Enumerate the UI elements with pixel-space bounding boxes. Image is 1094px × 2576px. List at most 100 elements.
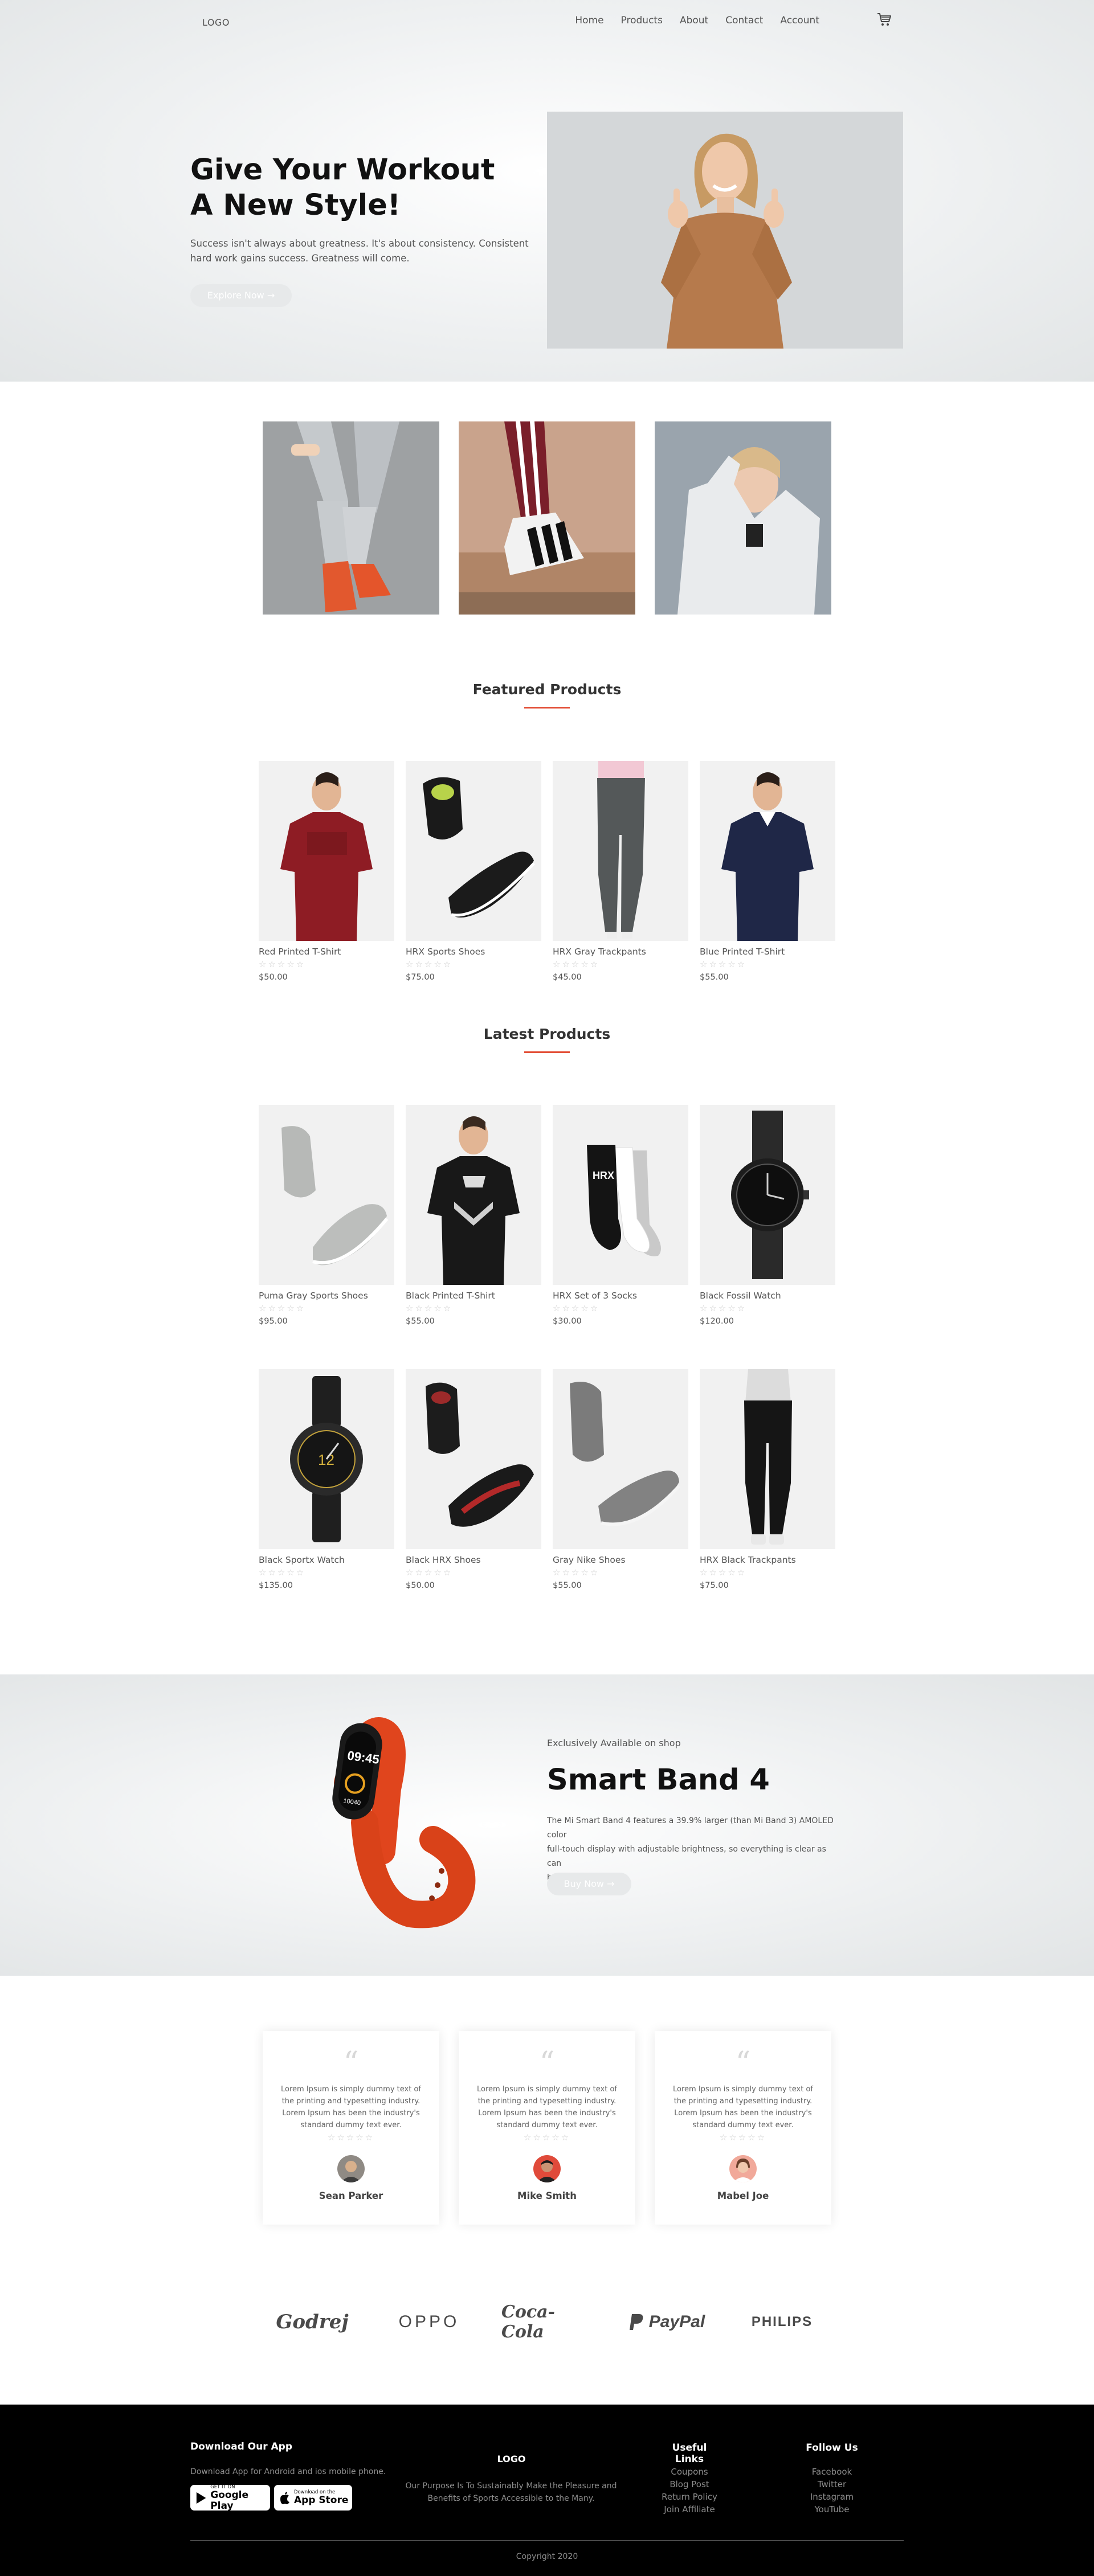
offer-desc-line2: full-touch display with adjustable brigh… <box>547 1845 826 1868</box>
product-name[interactable]: Gray Nike Shoes <box>553 1555 688 1566</box>
brand-logo-godrej[interactable]: Godrej <box>272 2308 352 2336</box>
google-play-button[interactable]: GET IT ON Google Play <box>190 2484 270 2512</box>
brand-logo-philips[interactable]: PHILIPS <box>741 2308 823 2336</box>
offer-title: Smart Band 4 <box>547 1763 770 1797</box>
product-image-black-tshirt[interactable] <box>406 1105 541 1285</box>
testimonial-card: “ Lorem Ipsum is simply dummy text of th… <box>263 2031 439 2225</box>
product-name[interactable]: Black HRX Shoes <box>406 1555 541 1566</box>
product-image-black-trackpants[interactable] <box>700 1369 835 1549</box>
product-card[interactable]: Black Printed T-Shirt ☆☆☆☆☆ $55.00 <box>406 1105 541 1326</box>
cart-icon[interactable] <box>876 11 892 27</box>
testimonial-rating-stars: ☆☆☆☆☆ <box>327 2132 375 2143</box>
product-rating-stars: ☆☆☆☆☆ <box>700 1567 747 1578</box>
product-name[interactable]: Puma Gray Sports Shoes <box>259 1291 394 1302</box>
product-card[interactable]: Black Fossil Watch ☆☆☆☆☆ $120.00 <box>700 1105 835 1326</box>
product-price: $55.00 <box>406 1317 435 1326</box>
brand-logo-oppo[interactable]: OPPO <box>383 2308 475 2336</box>
featured-title: Featured Products <box>472 681 622 698</box>
nav-products[interactable]: Products <box>621 15 663 26</box>
explore-now-button[interactable]: Explore Now → <box>190 284 292 307</box>
footer-link-blog-post[interactable]: Blog Post <box>650 2478 729 2491</box>
brand-godrej-text: Godrej <box>276 2311 349 2333</box>
footer-purpose-line1: Our Purpose Is To Sustainably Make the P… <box>405 2481 617 2491</box>
testimonial-text: Lorem Ipsum is simply dummy text of the … <box>477 2085 617 2129</box>
product-image-puma-gray-shoes[interactable] <box>259 1105 394 1285</box>
google-play-small-text: GET IT ON <box>210 2484 235 2490</box>
app-store-button[interactable]: Download on the App Store <box>274 2485 352 2511</box>
nav-home[interactable]: Home <box>575 15 603 26</box>
product-name[interactable]: HRX Black Trackpants <box>700 1555 835 1566</box>
testimonial-text: Lorem Ipsum is simply dummy text of the … <box>673 2085 813 2129</box>
product-card[interactable]: HRX Gray Trackpants ☆☆☆☆☆ $45.00 <box>553 761 688 982</box>
footer-link-instagram[interactable]: Instagram <box>792 2491 872 2503</box>
testimonial-name: Sean Parker <box>319 2190 383 2201</box>
brand-philips-text: PHILIPS <box>751 2314 813 2329</box>
product-card[interactable]: HRX Sports Shoes ☆☆☆☆☆ $75.00 <box>406 761 541 982</box>
category-adidas-shoes[interactable] <box>459 421 635 615</box>
product-name[interactable]: HRX Gray Trackpants <box>553 947 688 958</box>
product-rating-stars: ☆☆☆☆☆ <box>553 959 600 969</box>
product-name[interactable]: Black Sportx Watch <box>259 1555 394 1566</box>
nav-about[interactable]: About <box>680 15 708 26</box>
google-play-label: GET IT ON Google Play <box>210 2484 270 2512</box>
footer-follow-links: Facebook Twitter Instagram YouTube <box>792 2466 872 2516</box>
svg-text:HRX: HRX <box>593 1170 614 1181</box>
product-name[interactable]: Black Printed T-Shirt <box>406 1291 541 1302</box>
product-image-gray-nike-shoes[interactable] <box>553 1369 688 1549</box>
hero-title: Give Your Workout A New Style! <box>190 153 509 223</box>
product-image-blue-tshirt[interactable] <box>700 761 835 941</box>
product-image-gray-trackpants[interactable] <box>553 761 688 941</box>
testimonial-card: “ Lorem Ipsum is simply dummy text of th… <box>655 2031 831 2225</box>
footer-logo[interactable]: LOGO <box>0 2454 1023 2464</box>
product-card[interactable]: Gray Nike Shoes ☆☆☆☆☆ $55.00 <box>553 1369 688 1590</box>
product-rating-stars: ☆☆☆☆☆ <box>700 1303 747 1313</box>
product-card[interactable]: 12 Black Sportx Watch ☆☆☆☆☆ $135.00 <box>259 1369 394 1590</box>
product-rating-stars: ☆☆☆☆☆ <box>406 1303 453 1313</box>
product-image-fossil-watch[interactable] <box>700 1105 835 1285</box>
product-name[interactable]: HRX Set of 3 Socks <box>553 1291 688 1302</box>
product-price: $75.00 <box>406 973 435 982</box>
product-name[interactable]: Blue Printed T-Shirt <box>700 947 835 958</box>
category-sneakers[interactable] <box>263 421 439 615</box>
footer-link-youtube[interactable]: YouTube <box>792 2503 872 2516</box>
offer-kicker: Exclusively Available on shop <box>547 1738 681 1748</box>
product-image-red-tshirt[interactable] <box>259 761 394 941</box>
product-name[interactable]: Black Fossil Watch <box>700 1291 835 1302</box>
product-rating-stars: ☆☆☆☆☆ <box>700 959 747 969</box>
product-name[interactable]: HRX Sports Shoes <box>406 947 541 958</box>
footer-purpose-line2: Benefits of Sports Accessible to the Man… <box>427 2494 595 2503</box>
brand-logo-paypal[interactable]: PayPal <box>618 2308 715 2336</box>
product-card[interactable]: Blue Printed T-Shirt ☆☆☆☆☆ $55.00 <box>700 761 835 982</box>
smart-band-image[interactable]: 09:45 10040 <box>319 1714 490 1942</box>
product-card[interactable]: HRX HRX Set of 3 Socks ☆☆☆☆☆ $30.00 <box>553 1105 688 1326</box>
avatar <box>729 2155 757 2182</box>
footer-download-title: Download Our App <box>190 2441 293 2452</box>
footer-link-coupons[interactable]: Coupons <box>650 2466 729 2478</box>
main-nav: Home Products About Contact Account <box>558 15 819 26</box>
testimonial-card: “ Lorem Ipsum is simply dummy text of th… <box>459 2031 635 2225</box>
product-card[interactable]: Puma Gray Sports Shoes ☆☆☆☆☆ $95.00 <box>259 1105 394 1326</box>
app-store-label: Download on the App Store <box>294 2489 348 2506</box>
product-image-sportx-watch[interactable]: 12 <box>259 1369 394 1549</box>
footer-link-twitter[interactable]: Twitter <box>792 2478 872 2491</box>
product-card[interactable]: Black HRX Shoes ☆☆☆☆☆ $50.00 <box>406 1369 541 1590</box>
site-logo[interactable]: LOGO <box>202 17 230 28</box>
footer-link-facebook[interactable]: Facebook <box>792 2466 872 2478</box>
footer-link-return-policy[interactable]: Return Policy <box>650 2491 729 2503</box>
copyright-text: Copyright 2020 <box>516 2552 578 2561</box>
product-image-black-hrx-shoes[interactable] <box>406 1369 541 1549</box>
product-rating-stars: ☆☆☆☆☆ <box>553 1567 600 1578</box>
nav-account[interactable]: Account <box>780 15 819 26</box>
product-image-socks[interactable]: HRX <box>553 1105 688 1285</box>
brand-logo-cocacola[interactable]: Coca-Cola <box>501 2302 593 2342</box>
product-price: $120.00 <box>700 1317 734 1326</box>
nav-contact[interactable]: Contact <box>725 15 763 26</box>
product-image-hrx-shoes[interactable] <box>406 761 541 941</box>
product-name[interactable]: Red Printed T-Shirt <box>259 947 394 958</box>
product-card[interactable]: Red Printed T-Shirt ☆☆☆☆☆ $50.00 <box>259 761 394 982</box>
footer-link-join-affiliate[interactable]: Join Affiliate <box>650 2503 729 2516</box>
category-hoodie[interactable] <box>655 421 831 615</box>
buy-now-button[interactable]: Buy Now → <box>547 1873 631 1895</box>
product-card[interactable]: HRX Black Trackpants ☆☆☆☆☆ $75.00 <box>700 1369 835 1590</box>
product-price: $30.00 <box>553 1317 582 1326</box>
